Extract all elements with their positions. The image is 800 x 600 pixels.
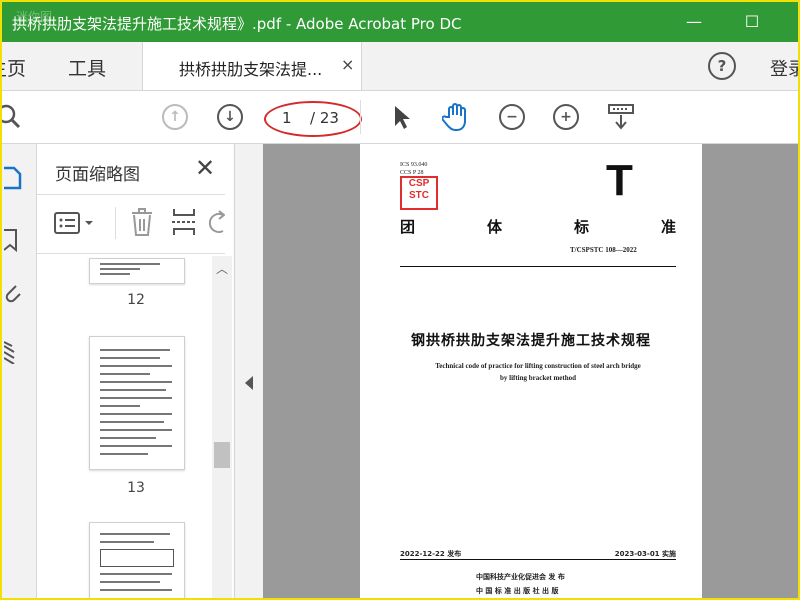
implement-date: 2023-03-01 实施 xyxy=(614,550,676,558)
maximize-button[interactable]: ☐ xyxy=(732,8,772,36)
panel-toolbar-divider xyxy=(115,207,116,239)
title-en-line: by lifting bracket method xyxy=(499,374,577,382)
menu-home[interactable]: 主页 xyxy=(2,54,26,81)
app-window: 迷你图 拱桥拱肋支架法提升施工技术规程》.pdf - Adobe Acrobat… xyxy=(0,0,800,600)
standard-type: 团 体 标 准 xyxy=(400,216,676,237)
layers-icon[interactable] xyxy=(4,340,22,364)
classification-codes: ICS 93.040 CCS P 28 xyxy=(400,161,427,177)
cspstc-logo: CSP STC xyxy=(400,176,438,210)
thumbnail-page-14[interactable] xyxy=(89,522,185,598)
close-panel-icon[interactable]: ✕ xyxy=(195,154,215,182)
scrollbar-thumb[interactable] xyxy=(214,442,230,468)
attachment-icon[interactable] xyxy=(4,282,22,306)
document-tab-label: 拱桥拱肋支架法提... xyxy=(179,60,323,79)
thumbnail-text-line xyxy=(100,437,156,439)
thumbnail-options-icon[interactable] xyxy=(53,211,97,235)
pdf-page: ICS 93.040 CCS P 28 CSP STC T 团 体 标 准 T/… xyxy=(360,144,702,598)
thumbnail-text-line xyxy=(100,373,150,375)
login-button[interactable]: 登录 xyxy=(770,55,798,81)
toolbar: ↑ ↓ − + xyxy=(2,91,798,144)
hand-tool-icon[interactable] xyxy=(440,101,472,133)
document-tab[interactable]: 拱桥拱肋支架法提... × xyxy=(142,42,362,90)
close-tab-icon[interactable]: × xyxy=(341,55,354,74)
scroll-up-icon[interactable]: ︿ xyxy=(216,260,228,277)
footer-rule xyxy=(400,559,676,560)
panel-title: 页面缩略图 xyxy=(55,165,140,185)
collapse-panel-icon[interactable] xyxy=(245,376,253,390)
thumbnail-text-line xyxy=(100,429,172,431)
thumbnail-text-line xyxy=(100,581,160,583)
menu-tools[interactable]: 工具 xyxy=(68,54,106,81)
thumbnail-text-line xyxy=(100,413,172,415)
thumbnail-label: 12 xyxy=(127,292,145,308)
minimize-button[interactable]: — xyxy=(674,8,714,36)
select-cursor-icon[interactable] xyxy=(386,101,418,133)
document-viewport[interactable]: ICS 93.040 CCS P 28 CSP STC T 团 体 标 准 T/… xyxy=(263,144,798,598)
document-title-cn: 钢拱桥拱肋支架法提升施工技术规程 xyxy=(411,333,651,349)
thumbnail-text-line xyxy=(100,397,172,399)
thumbnail-label: 13 xyxy=(127,480,145,496)
publisher-block: 中国科技产业化促进会 发 布 中 国 标 准 出 版 社 出 版 xyxy=(476,570,565,598)
standard-type-char: 标 xyxy=(573,218,589,236)
page-up-icon[interactable]: ↑ xyxy=(159,101,191,133)
panel-toolbar xyxy=(37,194,225,254)
menu-bar: 主页 工具 拱桥拱肋支架法提... × ? 登录 xyxy=(2,42,798,91)
scrolling-mode-icon[interactable] xyxy=(605,101,637,133)
document-title-en: Technical code of practice for lifting c… xyxy=(400,360,676,384)
rotate-page-icon[interactable] xyxy=(207,209,225,237)
category-letter: T xyxy=(606,156,633,205)
navigation-rail xyxy=(2,144,37,598)
thumbnail-text-line xyxy=(100,349,170,351)
standard-type-char: 体 xyxy=(486,218,502,236)
page-down-icon[interactable]: ↓ xyxy=(214,101,246,133)
thumbnail-page-13[interactable] xyxy=(89,336,185,470)
panel-splitter[interactable] xyxy=(234,144,263,598)
insert-page-icon[interactable] xyxy=(171,207,197,237)
publisher-line: 中国科技产业化促进会 发 布 xyxy=(476,573,565,581)
thumbnail-text-line xyxy=(100,263,160,265)
title-en-line: Technical code of practice for lifting c… xyxy=(435,362,641,370)
search-icon[interactable] xyxy=(2,101,26,133)
toolbar-divider xyxy=(360,100,361,134)
thumbnail-text-line xyxy=(100,541,154,543)
thumbnail-text-line xyxy=(100,405,140,407)
thumbnail-scrollbar[interactable]: ︿ xyxy=(212,256,232,598)
standard-type-char: 团 xyxy=(400,218,416,236)
thumbnail-panel: 页面缩略图 ✕ 12 13 ︿ xyxy=(37,144,233,598)
thumbnail-text-line xyxy=(100,445,172,447)
header-rule xyxy=(400,266,676,267)
bookmark-icon[interactable] xyxy=(4,228,22,252)
ics-code: ICS 93.040 xyxy=(400,162,428,168)
thumbnail-text-line xyxy=(100,381,172,383)
issue-date: 2022-12-22 发布 xyxy=(400,550,462,558)
publisher-line: 中 国 标 准 出 版 社 出 版 xyxy=(476,587,559,595)
thumbnail-page-12[interactable] xyxy=(89,258,185,284)
site-watermark: WWW. xyxy=(657,572,694,590)
highlight-annotation-oval xyxy=(264,101,362,137)
title-bar: 迷你图 拱桥拱肋支架法提升施工技术规程》.pdf - Adobe Acrobat… xyxy=(2,2,798,42)
window-title: 拱桥拱肋支架法提升施工技术规程》.pdf - Adobe Acrobat Pro… xyxy=(12,15,462,33)
thumbnail-text-line xyxy=(100,268,140,270)
help-icon[interactable]: ? xyxy=(708,52,736,80)
delete-page-icon[interactable] xyxy=(129,207,155,237)
thumbnail-text-line xyxy=(100,357,160,359)
thumbnail-text-line xyxy=(100,273,130,275)
thumbnail-text-line xyxy=(100,589,172,591)
thumbnail-text-line xyxy=(100,421,164,423)
thumbnail-text-line xyxy=(100,389,166,391)
zoom-in-icon[interactable]: + xyxy=(550,101,582,133)
page-thumbnails-icon[interactable] xyxy=(4,166,22,190)
thumbnail-text-line xyxy=(100,365,172,367)
standard-type-char: 准 xyxy=(660,218,676,236)
thumbnail-text-line xyxy=(100,573,172,575)
zoom-out-icon[interactable]: − xyxy=(496,101,528,133)
standard-number: T/CSPSTC 108—2022 xyxy=(570,246,637,254)
thumbnail-text-line xyxy=(100,453,148,455)
thumbnail-text-line xyxy=(100,533,170,535)
thumbnail-table xyxy=(100,549,174,567)
